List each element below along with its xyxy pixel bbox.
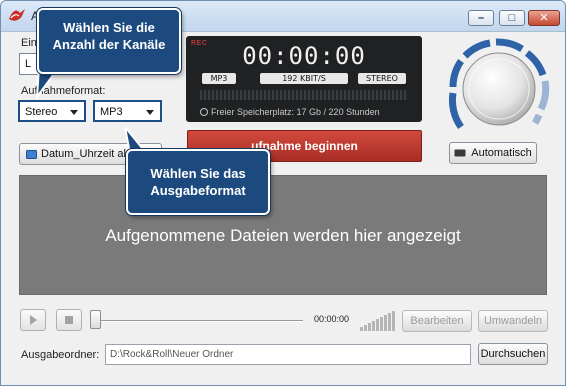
maximize-button[interactable]: □	[499, 10, 525, 26]
auto-button-label: Automatisch	[471, 147, 532, 159]
channels-badge: STEREO	[358, 73, 406, 84]
close-icon: ✕	[539, 11, 549, 24]
auto-button[interactable]: Automatisch	[449, 142, 537, 164]
browse-button[interactable]: Durchsuchen	[478, 343, 548, 365]
output-folder-label: Ausgabeordner:	[21, 349, 100, 361]
callout-format: Wählen Sie das Ausgabeformat	[126, 149, 270, 215]
app-logo-icon	[9, 9, 25, 21]
chevron-down-icon	[146, 110, 154, 115]
edit-button[interactable]: Bearbeiten	[402, 310, 472, 332]
channels-select-value: Stereo	[25, 106, 58, 118]
callout-format-line1: Wählen Sie das	[150, 166, 246, 181]
recorded-files-area[interactable]: Aufgenommene Dateien werden hier angezei…	[19, 175, 547, 295]
recording-timer: 00:00:00	[242, 42, 366, 70]
app-window: A – □ ✕ Ein L Aufnahmeformat: Stereo MP3…	[0, 0, 566, 386]
convert-button-label: Umwandeln	[483, 315, 543, 327]
device-select-value: L	[25, 58, 32, 70]
disk-icon	[200, 108, 208, 116]
schedule-button-label: Datum_Uhrzeit al	[41, 148, 126, 160]
bitrate-badge: 192 KBIT/S	[260, 73, 348, 84]
play-button[interactable]	[20, 309, 46, 331]
free-space-text: Freier Speicherplatz: 17 Gb / 220 Stunde…	[200, 107, 380, 117]
stop-icon	[65, 316, 73, 324]
level-meter	[200, 90, 408, 100]
minimize-icon: –	[477, 11, 485, 24]
browse-button-label: Durchsuchen	[480, 348, 546, 360]
output-folder-path: D:\Rock&Roll\Neuer Ordner	[110, 349, 234, 360]
callout-channels-line2: Anzahl der Kanäle	[52, 37, 166, 52]
callout-format-line2: Ausgabeformat	[150, 183, 246, 198]
edit-button-label: Bearbeiten	[410, 315, 464, 327]
channels-select[interactable]: Stereo	[18, 100, 86, 122]
output-format-select-value: MP3	[100, 106, 123, 118]
volume-knob[interactable]	[444, 35, 554, 139]
playback-time: 00:00:00	[314, 314, 350, 324]
minimize-button[interactable]: –	[468, 10, 494, 26]
chevron-down-icon	[70, 110, 78, 115]
maximize-icon: □	[508, 11, 516, 24]
output-format-select[interactable]: MP3	[93, 100, 162, 122]
play-icon	[30, 315, 37, 325]
volume-level-icon[interactable]	[359, 309, 395, 331]
playback-position-handle[interactable]	[90, 310, 101, 329]
device-label: Ein	[21, 37, 37, 49]
recording-display: REC 00:00:00 MP3 192 KBIT/S STEREO Freie…	[186, 36, 422, 122]
close-button[interactable]: ✕	[528, 10, 560, 26]
convert-button[interactable]: Umwandeln	[478, 310, 548, 332]
playback-position-track[interactable]	[95, 320, 303, 322]
stop-button[interactable]	[56, 309, 82, 331]
auto-icon	[454, 149, 466, 157]
free-space-value: Freier Speicherplatz: 17 Gb / 220 Stunde…	[211, 107, 380, 117]
calendar-icon	[26, 149, 37, 159]
callout-channels-line1: Wählen Sie die	[63, 20, 155, 35]
output-folder-field[interactable]: D:\Rock&Roll\Neuer Ordner	[105, 344, 471, 365]
format-badge: MP3	[202, 73, 236, 84]
empty-files-message: Aufgenommene Dateien werden hier angezei…	[105, 226, 461, 245]
callout-channels: Wählen Sie die Anzahl der Kanäle	[37, 8, 181, 74]
